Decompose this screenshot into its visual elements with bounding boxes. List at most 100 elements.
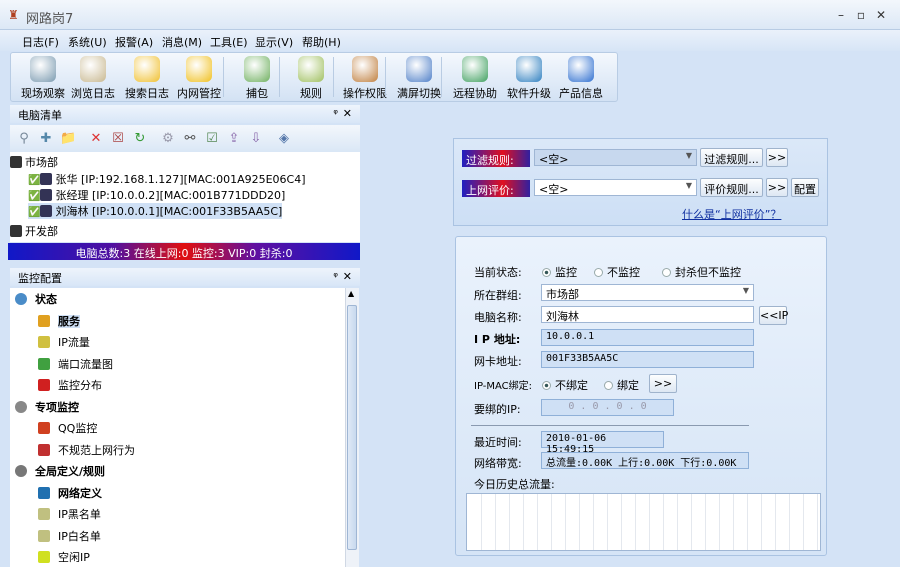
menu-view[interactable]: 显示(V) (255, 34, 293, 50)
group-node[interactable]: 市场部 (10, 154, 58, 170)
ip-to-name-button[interactable]: <<IP (759, 306, 788, 325)
info-icon[interactable]: ◈ (276, 131, 292, 147)
menu-log[interactable]: 日志(F) (22, 34, 59, 50)
config-group[interactable]: 专项监控 (15, 399, 79, 415)
add-folder-icon[interactable]: 📁 (60, 131, 76, 147)
group-label: 全局定义/规则 (35, 465, 106, 478)
pc-label: 刘海林 [IP:10.0.0.1][MAC:001F33B5AA5C] (55, 205, 283, 218)
item-label: IP流量 (58, 336, 90, 349)
scrollbar-thumb[interactable] (347, 305, 357, 550)
state-radio-nomonitor[interactable]: 不监控 (594, 264, 640, 280)
state-radio-block[interactable]: 封杀但不监控 (662, 264, 741, 280)
close-panel-icon[interactable]: ✕ (343, 270, 352, 283)
config-item[interactable]: QQ监控 (38, 420, 97, 436)
grid-line (537, 494, 538, 550)
what-is-eval-link[interactable]: 什么是“上网评价”？ (682, 206, 781, 222)
toolbar-button-8[interactable]: 远程协助 (447, 56, 503, 101)
remove-icon[interactable]: ☒ (110, 131, 126, 147)
permissions-icon (352, 56, 378, 82)
config-item[interactable]: 不规范上网行为 (38, 442, 135, 458)
config-item[interactable]: 网络定义 (38, 485, 102, 501)
toolbar-label: 内网管控 (177, 87, 221, 100)
config-item[interactable]: 端口流量图 (38, 356, 113, 372)
state-radio-monitor[interactable]: 监控 (542, 264, 577, 280)
pin-icon[interactable]: ᵠ (333, 270, 338, 283)
eval-more-button[interactable]: >> (766, 178, 788, 197)
toolbar-button-4[interactable]: 捕包 (229, 56, 285, 101)
config-item[interactable]: 监控分布 (38, 377, 102, 393)
menu-system[interactable]: 系统(U) (68, 34, 107, 50)
maximize-button[interactable]: ▫ (852, 8, 870, 22)
check-icon[interactable]: ✅ (28, 207, 40, 218)
group-select[interactable]: 市场部 ▼ (541, 284, 754, 301)
config-item[interactable]: IP黑名单 (38, 506, 101, 522)
grid-line (579, 494, 580, 550)
add-pc-icon[interactable]: ✚ (38, 131, 54, 147)
config-group[interactable]: 状态 (15, 291, 57, 307)
toolbar-button-7[interactable]: 满屏切换 (391, 56, 447, 101)
item-icon (38, 486, 50, 499)
history-label: 今日历史总流量: (474, 478, 555, 491)
chevron-down-icon: ▼ (685, 151, 692, 160)
check-icon[interactable]: ✅ (28, 175, 40, 186)
pc-name-input[interactable]: 刘海林 (541, 306, 754, 323)
config-group[interactable]: 全局定义/规则 (15, 463, 105, 479)
menu-message[interactable]: 消息(M) (162, 34, 202, 50)
toolbar-label: 远程协助 (453, 87, 497, 100)
pc-node[interactable]: ✅ 张经理 [IP:10.0.0.2][MAC:001B771DDD20] (28, 187, 285, 203)
toolbar-button-10[interactable]: 产品信息 (553, 56, 609, 101)
refresh-icon[interactable]: ↻ (132, 131, 148, 147)
bind-more-button[interactable]: >> (649, 374, 677, 393)
delete-icon[interactable]: ✕ (88, 131, 104, 147)
config-item[interactable]: 服务 (38, 313, 80, 329)
menu-alarm[interactable]: 报警(A) (115, 34, 153, 50)
toolbar-button-5[interactable]: 规则 (283, 56, 339, 101)
check-icon[interactable]: ✅ (28, 191, 40, 202)
group-node[interactable]: 开发部 (10, 223, 58, 239)
pc-node[interactable]: ✅ 张华 [IP:192.168.1.127][MAC:001A925E06C4] (28, 171, 306, 187)
toolbar-button-1[interactable]: 浏览日志 (65, 56, 121, 101)
pc-node[interactable]: ✅ 刘海林 [IP:10.0.0.1][MAC:001F33B5AA5C] (28, 203, 283, 219)
find-icon[interactable]: ⚯ (182, 131, 198, 147)
minimize-button[interactable]: – (832, 8, 850, 22)
config-item[interactable]: 空闲IP (38, 549, 90, 565)
menu-help[interactable]: 帮助(H) (302, 34, 341, 50)
search-pc-icon[interactable]: ⚲ (16, 131, 32, 147)
scroll-up-icon[interactable]: ▲ (348, 289, 354, 298)
ip-field: 10.0.0.1 (541, 329, 754, 346)
pc-tree: 市场部 ✅ 张华 [IP:192.168.1.127][MAC:001A925E06… (10, 152, 360, 242)
config-item[interactable]: IP白名单 (38, 528, 101, 544)
toolbar-label: 捕包 (246, 87, 268, 100)
toolbar-label: 满屏切换 (397, 87, 441, 100)
monitor-config-header: 监控配置 ᵠ ✕ (10, 268, 360, 286)
check-icon[interactable]: ☑ (204, 131, 220, 147)
pin-icon[interactable]: ᵠ (333, 107, 338, 120)
eval-value: <空> (539, 183, 569, 196)
bind-radio-unbind[interactable]: 不绑定 (542, 377, 588, 393)
filter-rule-button[interactable]: 过滤规则... (700, 148, 763, 167)
export-icon[interactable]: ⇩ (248, 131, 264, 147)
toolbar-button-3[interactable]: 内网管控 (171, 56, 227, 101)
toolbar-button-2[interactable]: 搜索日志 (119, 56, 175, 101)
bind-ip-input[interactable]: 0 . 0 . 0 . 0 (541, 399, 674, 416)
close-panel-icon[interactable]: ✕ (343, 107, 352, 120)
filter-panel: 过滤规则: <空> ▼ 过滤规则... >> 上网评价: <空> ▼ 评价规则...… (453, 138, 828, 226)
menu-tools[interactable]: 工具(E) (210, 34, 248, 50)
close-button[interactable]: ✕ (872, 8, 890, 22)
main-toolbar: 现场观察 浏览日志 搜索日志 内网管控 捕包 规则 操作权限 满屏切换 远程协助 软件升级 产品信息 (10, 52, 618, 102)
config-button[interactable]: 配置 (791, 178, 819, 197)
toolbar-button-0[interactable]: 现场观察 (15, 56, 71, 101)
bind-radio-bind[interactable]: 绑定 (604, 377, 639, 393)
pc-detail-panel: 当前状态: 监控 不监控 封杀但不监控 所在群组: 市场部 ▼ 电脑名称: 刘海林… (455, 236, 827, 556)
import-icon[interactable]: ⇪ (226, 131, 242, 147)
eval-rule-button[interactable]: 评价规则... (700, 178, 763, 197)
item-label: 服务 (58, 314, 80, 328)
filter-rule-select[interactable]: <空> ▼ (534, 149, 697, 166)
eval-select[interactable]: <空> ▼ (534, 179, 697, 196)
toolbar-button-9[interactable]: 软件升级 (501, 56, 557, 101)
item-icon (38, 443, 50, 456)
filter-more-button[interactable]: >> (766, 148, 788, 167)
config-item[interactable]: IP流量 (38, 334, 90, 350)
settings-icon[interactable]: ⚙ (160, 131, 176, 147)
filter-rule-label: 过滤规则: (462, 150, 530, 167)
